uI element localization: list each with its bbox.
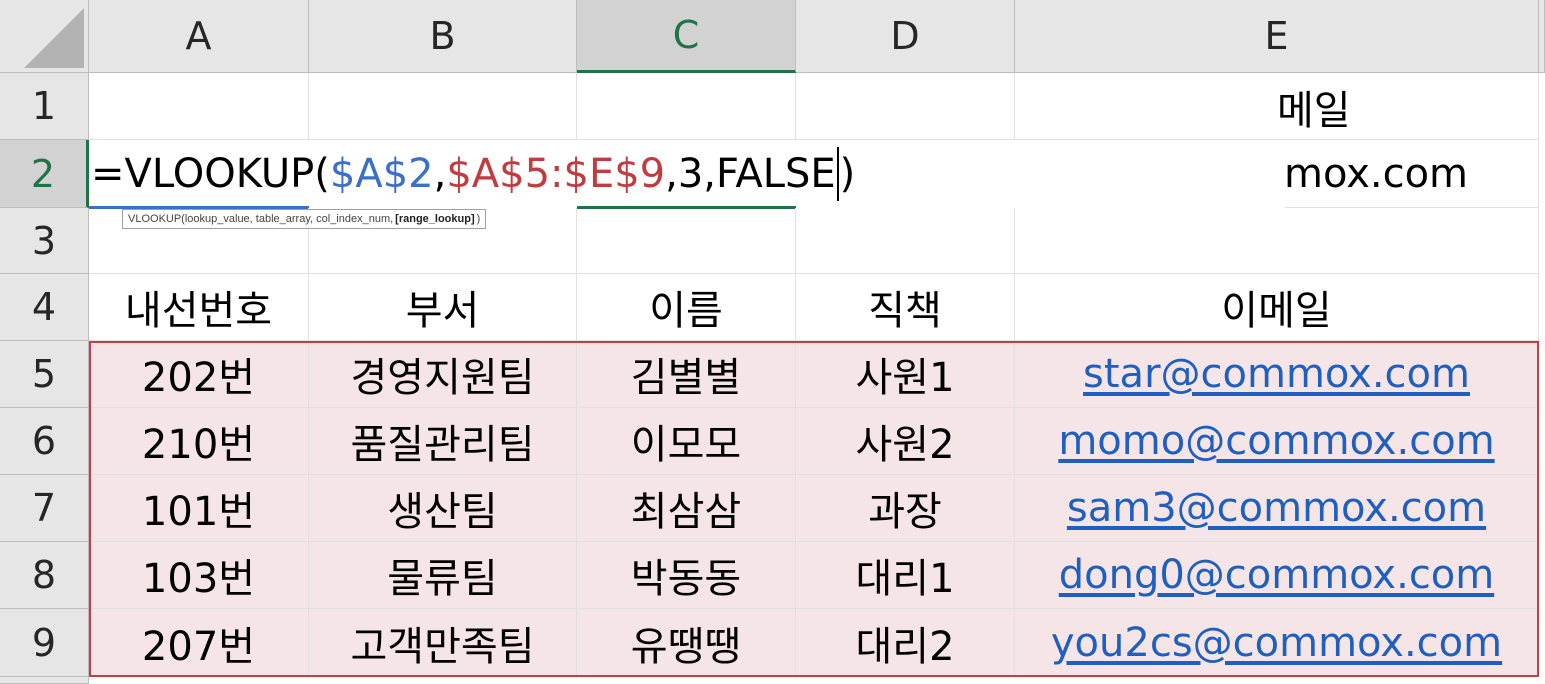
header-cell-email[interactable]: 이메일 <box>1015 274 1539 341</box>
tooltip-args-text: VLOOKUP(lookup_value, table_array, col_i… <box>128 213 394 225</box>
cell-b1[interactable] <box>309 73 577 140</box>
column-header-f-edge[interactable] <box>1539 0 1545 73</box>
column-header-e[interactable]: E <box>1015 0 1539 73</box>
cell-a5[interactable]: 202번 <box>89 341 309 408</box>
cell-d6[interactable]: 사원2 <box>796 408 1015 475</box>
row-header-2[interactable]: 2 <box>0 140 89 208</box>
email-link[interactable]: momo@commox.com <box>1058 418 1494 464</box>
email-link[interactable]: dong0@commox.com <box>1059 552 1495 598</box>
row-header-7[interactable]: 7 <box>0 475 89 542</box>
column-header-a[interactable]: A <box>89 0 309 73</box>
email-link[interactable]: you2cs@commox.com <box>1051 620 1502 666</box>
cell-b5[interactable]: 경영지원팀 <box>309 341 577 408</box>
row-header-1[interactable]: 1 <box>0 73 89 140</box>
formula-close-paren: ) <box>839 151 856 197</box>
row-header-10-edge[interactable] <box>0 677 89 684</box>
row-header-6[interactable]: 6 <box>0 408 89 475</box>
cell-e6[interactable]: momo@commox.com <box>1015 408 1539 475</box>
cell-e9[interactable]: you2cs@commox.com <box>1015 609 1539 677</box>
cell-d7[interactable]: 과장 <box>796 475 1015 542</box>
formula-lookup-value-ref: $A$2 <box>329 151 434 197</box>
cell-a1[interactable] <box>89 73 309 140</box>
cell-b9[interactable]: 고객만족팀 <box>309 609 577 677</box>
cell-d5[interactable]: 사원1 <box>796 341 1015 408</box>
cell-e5[interactable]: star@commox.com <box>1015 341 1539 408</box>
cell-b6[interactable]: 품질관리팀 <box>309 408 577 475</box>
cell-d3[interactable] <box>796 208 1015 274</box>
row-header-8[interactable]: 8 <box>0 542 89 609</box>
column-header-b[interactable]: B <box>309 0 577 73</box>
cell-c5[interactable]: 김별별 <box>577 341 796 408</box>
spreadsheet-grid[interactable]: A B C D E 1 2 3 4 5 6 7 8 9 메일 mox.com =… <box>0 0 1545 684</box>
cell-d9[interactable]: 대리2 <box>796 609 1015 677</box>
cell-d1[interactable] <box>796 73 1015 140</box>
text-caret <box>836 147 839 201</box>
cell-c7[interactable]: 최삼삼 <box>577 475 796 542</box>
cell-c3[interactable] <box>577 208 796 274</box>
header-cell-name[interactable]: 이름 <box>577 274 796 341</box>
header-cell-department[interactable]: 부서 <box>309 274 577 341</box>
formula-table-array-ref: $A$5:$E$9 <box>446 151 666 197</box>
cell-c6[interactable]: 이모모 <box>577 408 796 475</box>
row-header-9[interactable]: 9 <box>0 609 89 677</box>
email-link[interactable]: sam3@commox.com <box>1067 485 1486 531</box>
select-all-corner[interactable] <box>0 0 89 73</box>
cell-e2-partial-text: mox.com <box>1284 151 1469 197</box>
column-header-d[interactable]: D <box>796 0 1015 73</box>
in-cell-formula-editor[interactable]: =VLOOKUP($A$2, $A$5:$E$9,3,FALSE) <box>89 140 1285 208</box>
row-header-3[interactable]: 3 <box>0 208 89 274</box>
email-link[interactable]: star@commox.com <box>1083 351 1470 397</box>
formula-comma: , <box>433 151 447 197</box>
cell-e7[interactable]: sam3@commox.com <box>1015 475 1539 542</box>
cell-a6[interactable]: 210번 <box>89 408 309 475</box>
cell-e1-partial-text: 메일 <box>1277 87 1351 134</box>
cell-e8[interactable]: dong0@commox.com <box>1015 542 1539 609</box>
cell-c9[interactable]: 유땡땡 <box>577 609 796 677</box>
header-cell-extension[interactable]: 내선번호 <box>89 274 309 341</box>
cell-a7[interactable]: 101번 <box>89 475 309 542</box>
formula-prefix: =VLOOKUP( <box>91 151 330 197</box>
function-argument-tooltip[interactable]: VLOOKUP(lookup_value, table_array, col_i… <box>122 209 487 229</box>
cell-b7[interactable]: 생산팀 <box>309 475 577 542</box>
cell-e3[interactable] <box>1015 208 1539 274</box>
cell-b8[interactable]: 물류팀 <box>309 542 577 609</box>
cell-a9[interactable]: 207번 <box>89 609 309 677</box>
cell-a8[interactable]: 103번 <box>89 542 309 609</box>
tooltip-close: ) <box>476 213 481 225</box>
column-header-c[interactable]: C <box>577 0 796 73</box>
cell-c8[interactable]: 박동동 <box>577 542 796 609</box>
header-cell-position[interactable]: 직책 <box>796 274 1015 341</box>
cell-c1[interactable] <box>577 73 796 140</box>
row-header-5[interactable]: 5 <box>0 341 89 408</box>
select-all-triangle-icon <box>24 8 84 68</box>
row-header-4[interactable]: 4 <box>0 274 89 341</box>
formula-rest: ,3,FALSE <box>665 151 836 197</box>
cell-d8[interactable]: 대리1 <box>796 542 1015 609</box>
tooltip-current-arg[interactable]: [range_lookup] <box>395 213 474 225</box>
